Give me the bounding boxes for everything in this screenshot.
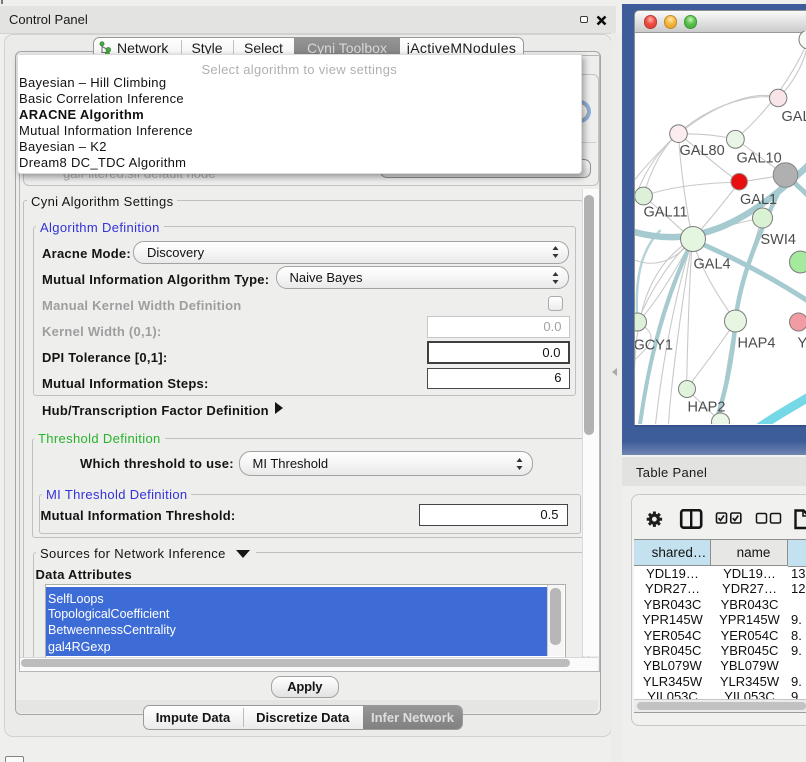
svg-text:GCY1: GCY1 [635,338,673,354]
svg-text:HAP4: HAP4 [737,336,775,352]
svg-text:GAL1: GAL1 [740,192,777,208]
svg-text:SWI4: SWI4 [760,232,795,248]
svg-text:GAL2: GAL2 [781,109,806,125]
svg-text:GAL11: GAL11 [643,205,687,221]
svg-text:Y: Y [797,336,806,352]
svg-text:GAL4: GAL4 [693,257,730,273]
svg-text:HAP2: HAP2 [687,400,725,416]
svg-text:GAL10: GAL10 [736,151,781,167]
svg-text:GAL80: GAL80 [679,143,724,159]
